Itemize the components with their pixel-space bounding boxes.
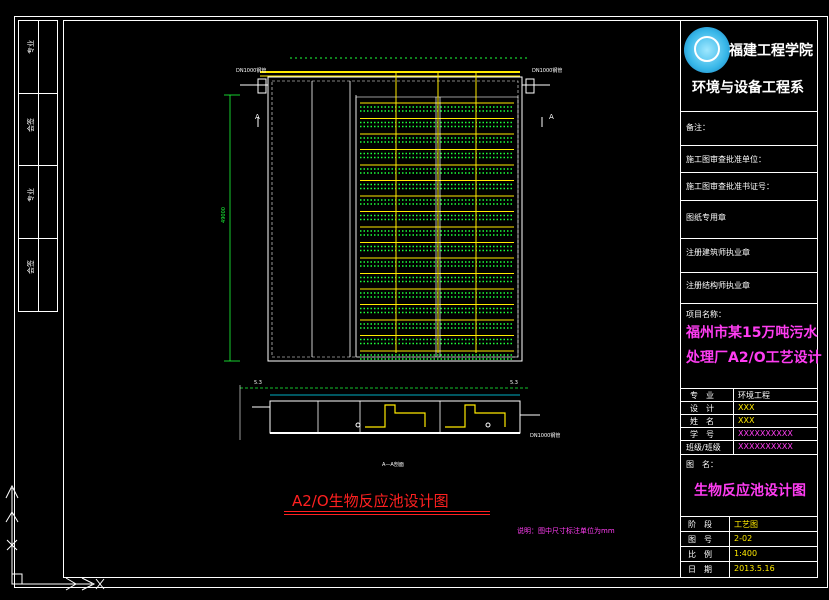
bottom-label-stage: 阶 段 [688, 520, 712, 529]
row-line-6 [681, 303, 817, 304]
project-name-line-1: 福州市某15万吨污水 [686, 325, 818, 341]
info-value-name: XXX [738, 416, 755, 425]
left-strip-line-2 [18, 165, 58, 166]
drawing-title: A2/O生物反应池设计图 [292, 492, 449, 510]
remark-label: 备注： [686, 123, 710, 132]
info-row-line-1 [681, 401, 817, 402]
info-value-student-id: XXXXXXXXXX [738, 429, 793, 438]
info-value-design: XXX [738, 403, 755, 412]
info-table-top [681, 388, 817, 389]
department-name: 环境与设备工程系 [692, 80, 804, 96]
drawing-name-label: 图 名： [686, 460, 718, 469]
info-label-design: 设 计 [690, 404, 714, 413]
engineer-seal-label: 注册结构师执业章 [686, 281, 750, 290]
row-line-1 [681, 145, 817, 146]
title-underline-2 [284, 514, 490, 515]
ucs-axis-icon [5, 484, 105, 591]
row-line-3 [681, 200, 817, 201]
row-line-2 [681, 172, 817, 173]
pipe-label-bottom: DN1000钢管 [530, 433, 561, 439]
section-label: A—A剖面 [382, 462, 404, 468]
left-strip-divider [38, 20, 39, 312]
bottom-row-line-2 [681, 546, 817, 547]
info-label-class: 班级/班级 [686, 443, 721, 452]
project-name-line-2: 处理厂A2/O工艺设计 [686, 350, 822, 366]
bottom-label-number: 图 号 [688, 535, 712, 544]
bottom-value-scale: 1:400 [734, 549, 758, 558]
elevation-left: 5.3 [254, 380, 262, 386]
info-row-line-3 [681, 427, 817, 428]
row-line-4 [681, 238, 817, 239]
info-row-line-2 [681, 414, 817, 415]
bottom-value-number: 2-02 [734, 534, 753, 543]
school-name: 福建工程学院 [729, 43, 813, 59]
info-label-name: 姓 名 [690, 417, 714, 426]
left-strip-label-3: 专业 [27, 188, 35, 202]
section-mark-left: A [255, 113, 260, 121]
section-mark-right: A [549, 113, 554, 121]
bottom-table-top [681, 516, 817, 517]
cad-drawing-canvas[interactable]: 专业 会签 专业 会签 DN1000钢管 DN1000钢管 A A 49000 … [0, 0, 829, 600]
dimension-note: 说明：图中尺寸标注单位为mm [517, 527, 615, 535]
project-label: 项目名称： [686, 310, 726, 319]
info-row-line-4 [681, 440, 817, 441]
info-table-divider [733, 388, 734, 454]
elevation-right: 5.3 [510, 380, 518, 386]
title-block-left-border [680, 20, 681, 578]
info-row-line-5 [681, 454, 817, 455]
architect-seal-label: 注册建筑师执业章 [686, 248, 750, 257]
info-label-major: 专 业 [690, 391, 714, 400]
info-value-major: 环境工程 [738, 391, 770, 400]
height-dimension: 49000 [220, 207, 227, 223]
info-label-student-id: 学 号 [690, 430, 714, 439]
bottom-row-line-3 [681, 561, 817, 562]
pipe-label-right: DN1000钢管 [532, 68, 563, 74]
approval-unit-label: 施工图审查批准单位： [686, 155, 766, 164]
bottom-label-date: 日 期 [688, 565, 712, 574]
title-underline [284, 511, 490, 512]
row-line-remark [681, 111, 817, 112]
left-strip-label-1: 专业 [27, 40, 35, 54]
row-line-5 [681, 272, 817, 273]
info-value-class: XXXXXXXXXX [738, 442, 793, 451]
drawing-seal-label: 图纸专用章 [686, 213, 726, 222]
bottom-label-scale: 比 例 [688, 550, 712, 559]
left-strip-label-2: 会签 [27, 118, 35, 132]
drawing-name: 生物反应池设计图 [694, 483, 806, 499]
approval-cert-label: 施工图审查批准书证号： [686, 182, 774, 191]
bottom-row-line-1 [681, 531, 817, 532]
bottom-table-divider [729, 516, 730, 578]
bottom-value-stage: 工艺图 [734, 520, 758, 529]
left-strip-line-1 [18, 93, 58, 94]
pipe-label-left: DN1000钢管 [236, 68, 267, 74]
school-logo-mark [694, 36, 720, 62]
left-strip-line-3 [18, 238, 58, 239]
left-strip-label-4: 会签 [27, 260, 35, 274]
bottom-value-date: 2013.5.16 [734, 564, 775, 573]
